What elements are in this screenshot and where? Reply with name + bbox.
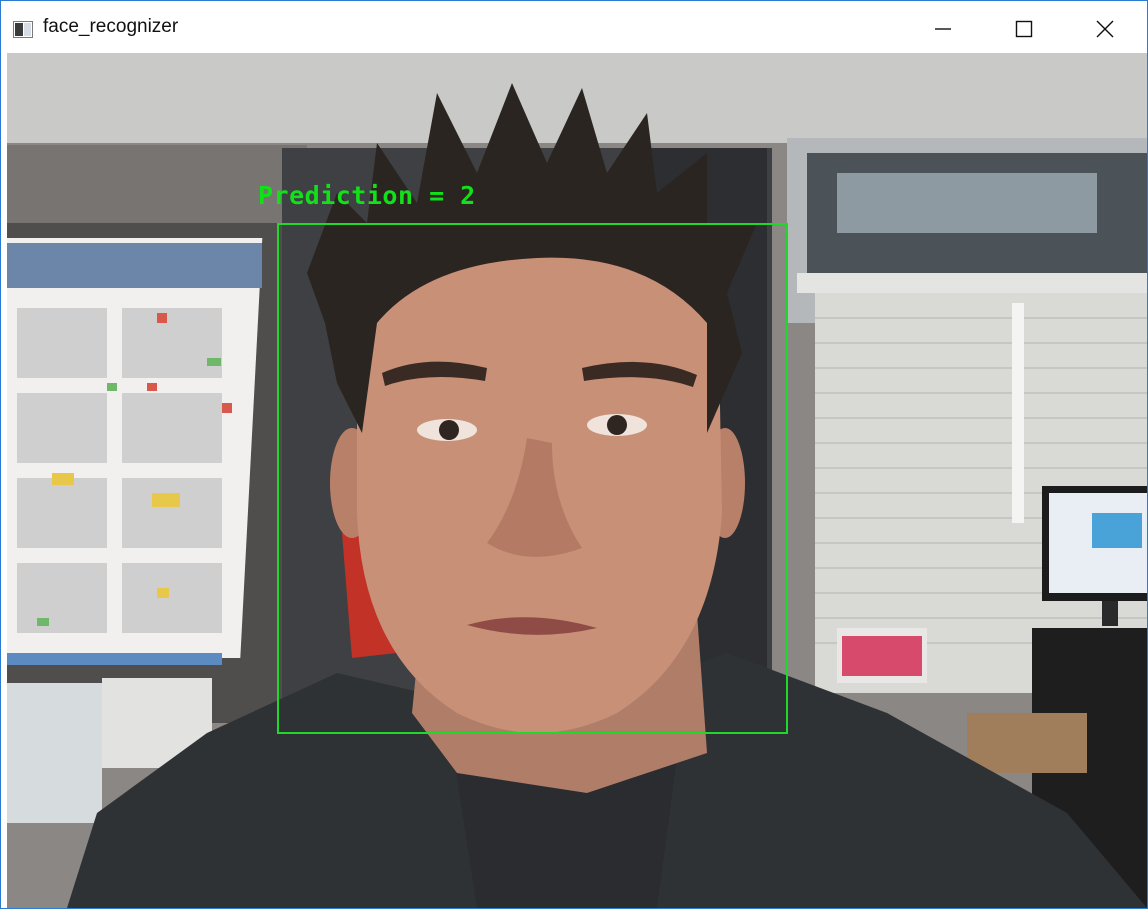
app-window-icon <box>13 21 33 38</box>
maximize-button[interactable] <box>988 1 1060 57</box>
close-icon <box>1096 20 1114 38</box>
face-recognizer-window: face_recognizer Prediction = 2 <box>0 0 1148 909</box>
maximize-icon <box>1015 20 1033 38</box>
wall-calendar <box>7 238 263 665</box>
face-detection-box <box>277 223 788 734</box>
prediction-label: Prediction = 2 <box>258 181 476 210</box>
camera-feed: Prediction = 2 <box>7 53 1147 908</box>
window-title: face_recognizer <box>43 16 179 37</box>
close-button[interactable] <box>1069 1 1141 57</box>
minimize-button[interactable] <box>907 1 979 57</box>
minimize-icon <box>935 28 951 30</box>
title-bar[interactable]: face_recognizer <box>1 1 1147 57</box>
